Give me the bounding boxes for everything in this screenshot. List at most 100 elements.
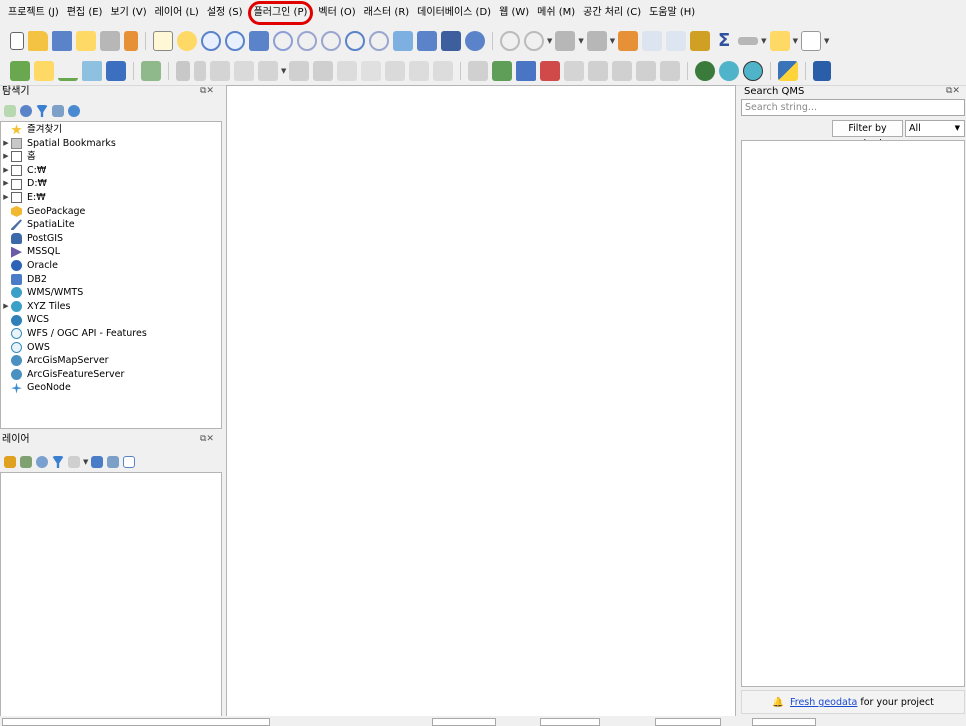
- layer-labeling-icon[interactable]: [492, 60, 513, 81]
- qms-panel-float-close-icon[interactable]: ⧉✕: [946, 86, 960, 96]
- qms-search-input[interactable]: Search string...: [741, 99, 965, 116]
- add-point-feature-icon[interactable]: [234, 60, 254, 81]
- zoom-native-icon[interactable]: [321, 31, 341, 51]
- qms-type-select[interactable]: All ▼: [905, 120, 965, 137]
- zoom-next-icon[interactable]: [369, 31, 389, 51]
- toggle-editing-icon[interactable]: [141, 60, 161, 81]
- text-annotation-icon[interactable]: [800, 31, 821, 51]
- browser-item[interactable]: WMS/WMTS: [1, 286, 221, 300]
- fresh-geodata-link[interactable]: Fresh geodata: [790, 697, 857, 708]
- qms-globe-icon[interactable]: [743, 60, 764, 81]
- browser-item[interactable]: ▶ 홈: [1, 150, 221, 164]
- new-project-icon[interactable]: [10, 32, 24, 50]
- browser-item[interactable]: ▶ XYZ Tiles: [1, 300, 221, 314]
- paste-features-icon[interactable]: [385, 60, 406, 81]
- locator-search-input[interactable]: [2, 718, 270, 726]
- panel-float-close-icon[interactable]: ⧉✕: [200, 86, 214, 96]
- browser-item[interactable]: WFS / OGC API - Features: [1, 327, 221, 341]
- zoom-in-icon[interactable]: [201, 31, 221, 51]
- new-temporary-layer-icon[interactable]: [106, 60, 126, 81]
- refresh-browser-icon[interactable]: [20, 105, 32, 117]
- select-features-icon[interactable]: [524, 31, 544, 51]
- redo-icon[interactable]: [433, 60, 454, 81]
- menu-item-5[interactable]: 플러그인 (P): [247, 1, 314, 25]
- show-bookmarks-icon[interactable]: [441, 31, 461, 51]
- rotate-label-icon[interactable]: [636, 60, 657, 81]
- new-bookmark-icon[interactable]: [417, 31, 437, 51]
- rotation-input[interactable]: [752, 718, 816, 726]
- identify-icon[interactable]: [500, 31, 520, 51]
- deselect-icon[interactable]: [618, 31, 639, 51]
- menu-item-7[interactable]: 래스터 (R): [360, 0, 414, 26]
- browser-item[interactable]: SpatiaLite: [1, 218, 221, 232]
- open-project-icon[interactable]: [28, 31, 48, 51]
- open-layer-styling-icon[interactable]: [4, 456, 16, 468]
- browser-item[interactable]: ArcGisFeatureServer: [1, 368, 221, 382]
- magnifier-input[interactable]: [655, 718, 721, 726]
- measure-line-icon[interactable]: [738, 37, 759, 45]
- expand-all-icon[interactable]: [91, 456, 104, 468]
- browser-item[interactable]: GeoNode: [1, 381, 221, 395]
- collapse-layers-icon[interactable]: [107, 456, 120, 468]
- browser-item[interactable]: MSSQL: [1, 245, 221, 259]
- help-icon[interactable]: [813, 60, 832, 81]
- menu-item-1[interactable]: 편집 (E): [63, 0, 107, 26]
- menu-item-11[interactable]: 공간 처리 (C): [579, 0, 645, 26]
- browser-item[interactable]: ▶ D:₩: [1, 177, 221, 191]
- new-print-layout-icon[interactable]: [76, 31, 96, 51]
- label-abc-red-icon[interactable]: [540, 60, 561, 81]
- data-source-manager-icon[interactable]: [10, 60, 30, 81]
- expand-arrow-icon[interactable]: ▶: [1, 300, 11, 314]
- zoom-out-icon[interactable]: [225, 31, 245, 51]
- modify-attributes-icon[interactable]: [289, 60, 310, 81]
- browser-item[interactable]: DB2: [1, 273, 221, 287]
- browser-item[interactable]: Oracle: [1, 259, 221, 273]
- cut-features-icon[interactable]: [337, 60, 358, 81]
- menu-item-4[interactable]: 설정 (S): [203, 0, 247, 26]
- remove-layer-icon[interactable]: [123, 456, 136, 468]
- sigma-icon[interactable]: Σ: [714, 31, 734, 51]
- style-manager-icon[interactable]: [124, 31, 138, 51]
- menu-item-9[interactable]: 웹 (W): [495, 0, 533, 26]
- zoom-full-icon[interactable]: [249, 31, 269, 51]
- pan-map-icon[interactable]: [153, 31, 173, 51]
- digitize-icon[interactable]: [82, 60, 102, 81]
- copy-features-icon[interactable]: [361, 60, 382, 81]
- pencil-icon[interactable]: [194, 60, 206, 81]
- filter-legend-icon[interactable]: [52, 456, 64, 468]
- statistical-summary-icon[interactable]: [666, 31, 687, 51]
- show-hide-labels-icon[interactable]: [588, 60, 609, 81]
- expand-arrow-icon[interactable]: ▶: [1, 177, 11, 191]
- collapse-all-icon[interactable]: [52, 105, 64, 117]
- qms-filter-by-extent-button[interactable]: Filter by extent: [832, 120, 903, 149]
- delete-selected-icon[interactable]: [313, 60, 334, 81]
- save-edits-icon[interactable]: [210, 60, 230, 81]
- save-project-icon[interactable]: [52, 31, 72, 51]
- current-edits-icon[interactable]: [176, 60, 190, 81]
- menu-item-10[interactable]: 메쉬 (M): [533, 0, 579, 26]
- zoom-last-icon[interactable]: [345, 31, 365, 51]
- browser-item[interactable]: ▶ C:₩: [1, 164, 221, 178]
- new-virtual-layer-icon[interactable]: [58, 61, 78, 81]
- map-tips-icon[interactable]: [769, 31, 790, 51]
- menu-item-6[interactable]: 벡터 (O): [314, 0, 359, 26]
- browser-item[interactable]: PostGIS: [1, 232, 221, 246]
- attribute-table-icon[interactable]: [555, 31, 576, 51]
- show-layout-manager-icon[interactable]: [100, 31, 120, 51]
- layers-panel-float-close-icon[interactable]: ⧉✕: [200, 434, 214, 444]
- browser-item[interactable]: GeoPackage: [1, 205, 221, 219]
- browser-item[interactable]: 즐겨찾기: [1, 123, 221, 137]
- browser-item[interactable]: OWS: [1, 341, 221, 355]
- python-console-icon[interactable]: [778, 60, 799, 81]
- measure-icon[interactable]: [586, 31, 607, 51]
- add-group-icon[interactable]: [20, 456, 32, 468]
- vertex-tool-icon[interactable]: [258, 60, 278, 81]
- menu-item-3[interactable]: 레이어 (L): [151, 0, 203, 26]
- menu-item-0[interactable]: 프로젝트 (J): [4, 0, 63, 26]
- move-label-icon[interactable]: [612, 60, 633, 81]
- browser-item[interactable]: ArcGisMapServer: [1, 354, 221, 368]
- filter-by-expression-icon[interactable]: [68, 456, 80, 468]
- label-tool-icon[interactable]: [468, 60, 489, 81]
- expand-arrow-icon[interactable]: ▶: [1, 150, 11, 164]
- zoom-to-layer-icon[interactable]: [297, 31, 317, 51]
